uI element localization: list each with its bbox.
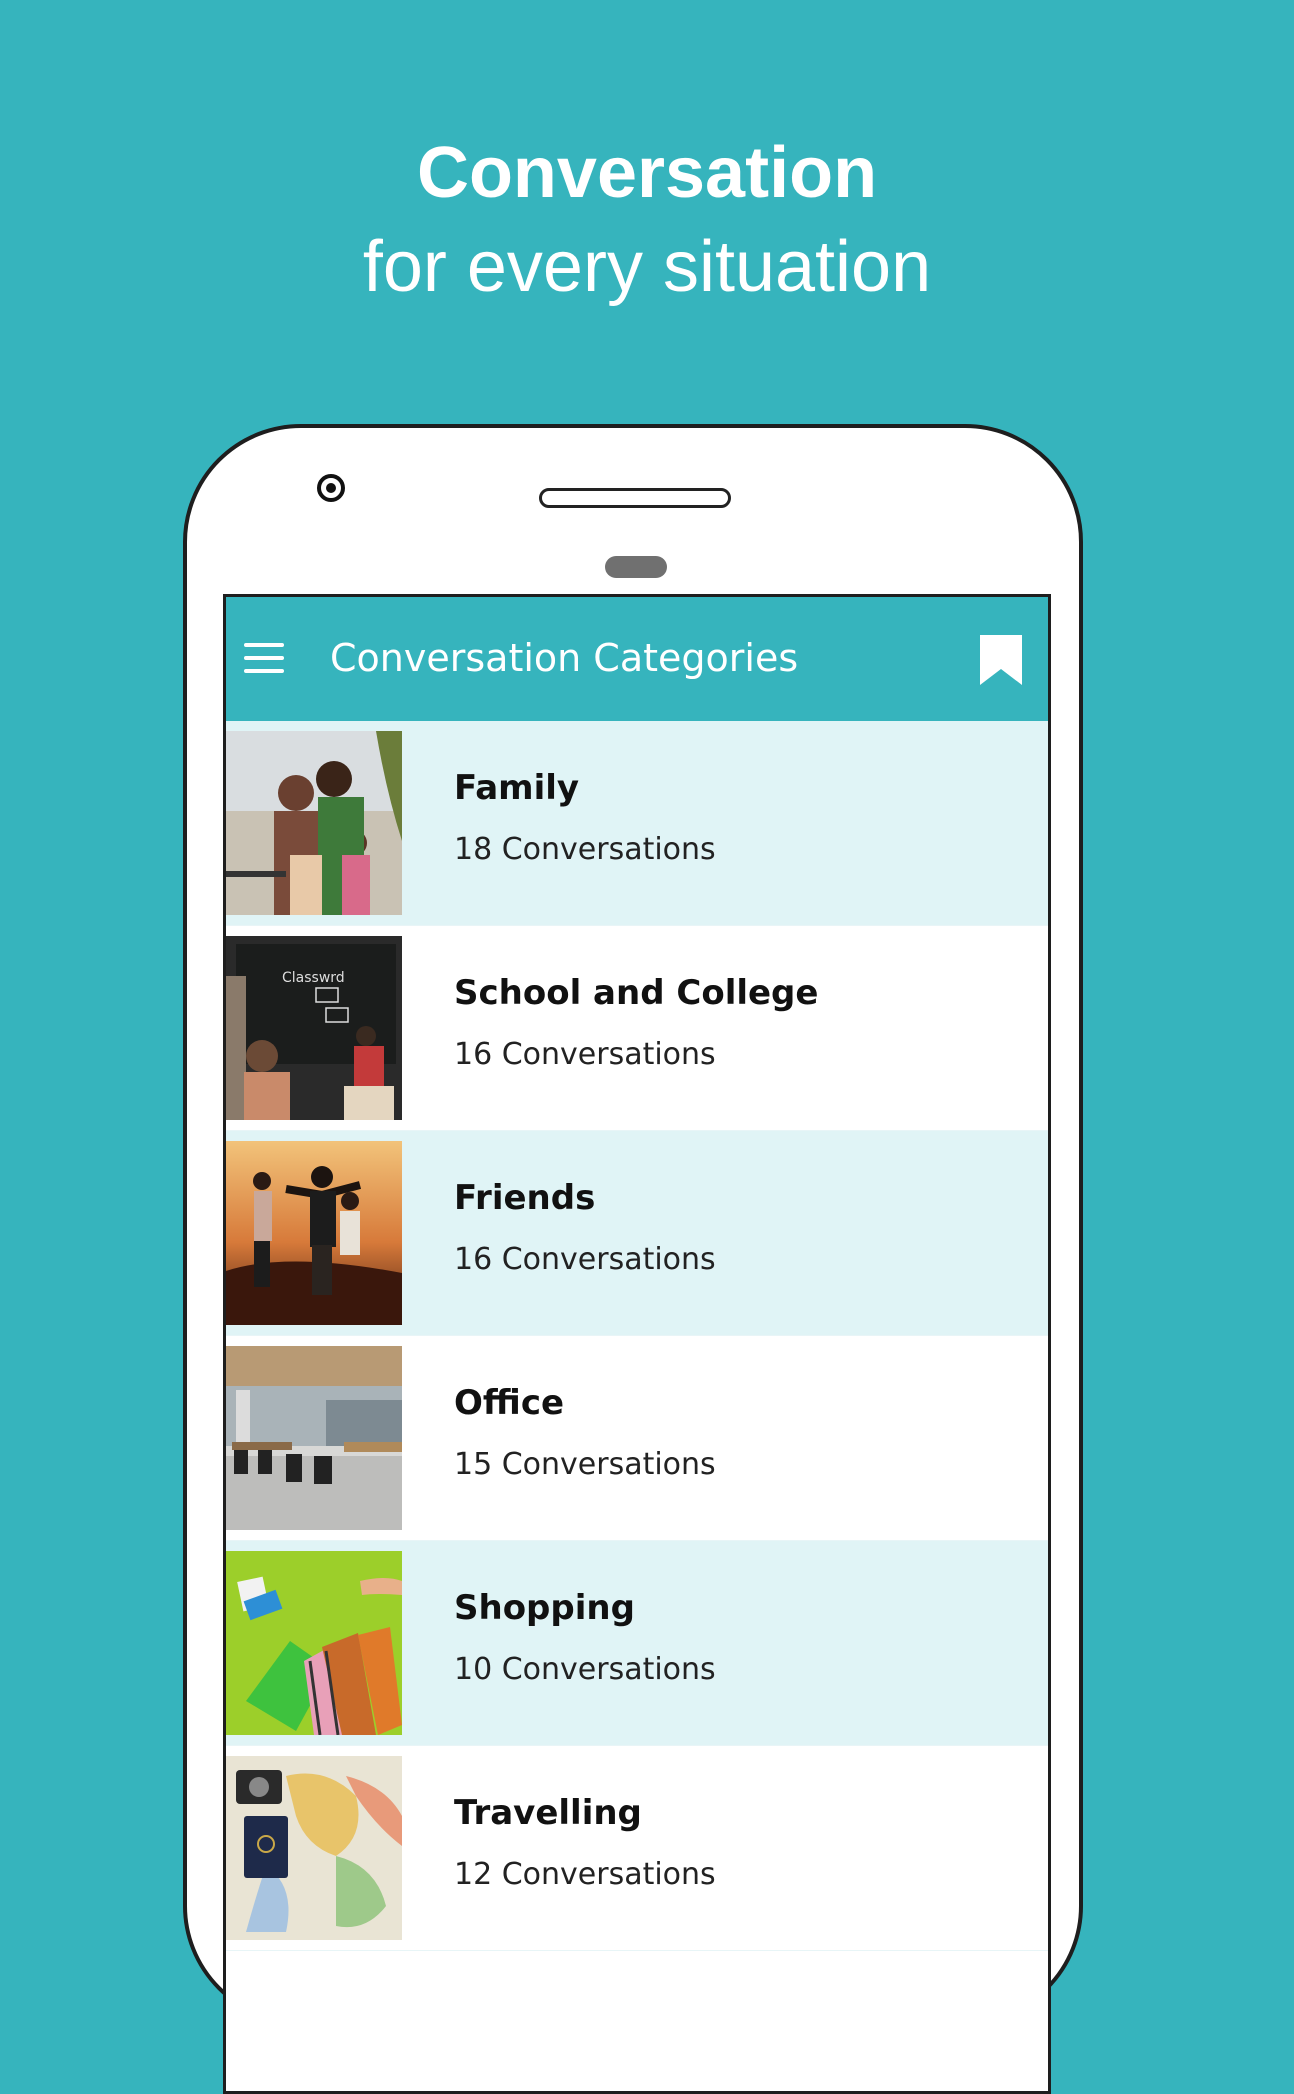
family-photo bbox=[226, 731, 402, 915]
proximity-sensor bbox=[605, 556, 667, 578]
app-bar: Conversation Categories bbox=[226, 597, 1048, 721]
conversation-count: 15 Conversations bbox=[454, 1447, 716, 1482]
travel-map-photo bbox=[226, 1756, 402, 1940]
classroom-photo: Classwrd bbox=[226, 936, 402, 1120]
category-title: Travelling bbox=[454, 1793, 642, 1833]
conversation-count: 16 Conversations bbox=[454, 1242, 716, 1277]
bookmark-icon[interactable] bbox=[978, 633, 1024, 687]
app-bar-title: Conversation Categories bbox=[330, 636, 799, 680]
front-camera-icon bbox=[317, 474, 345, 502]
friends-photo bbox=[226, 1141, 402, 1325]
category-row-school[interactable]: Classwrd School and College 16 Conversat… bbox=[226, 926, 1048, 1131]
svg-text:Classwrd: Classwrd bbox=[282, 970, 345, 986]
category-row-shopping[interactable]: Shopping 10 Conversations bbox=[226, 1541, 1048, 1746]
category-row-family[interactable]: Family 18 Conversations bbox=[226, 721, 1048, 926]
category-row-office[interactable]: Office 15 Conversations bbox=[226, 1336, 1048, 1541]
conversation-count: 16 Conversations bbox=[454, 1037, 716, 1072]
category-row-travelling[interactable]: Travelling 12 Conversations bbox=[226, 1746, 1048, 1951]
category-row-friends[interactable]: Friends 16 Conversations bbox=[226, 1131, 1048, 1336]
conversation-count: 10 Conversations bbox=[454, 1652, 716, 1687]
conversation-count: 12 Conversations bbox=[454, 1857, 716, 1892]
category-title: Friends bbox=[454, 1178, 596, 1218]
office-photo bbox=[226, 1346, 402, 1530]
conversation-count: 18 Conversations bbox=[454, 832, 716, 867]
category-title: School and College bbox=[454, 973, 819, 1013]
promo-subtitle: for every situation bbox=[362, 227, 932, 307]
phone-frame: Conversation Categories Family 18 Conver… bbox=[183, 424, 1083, 2094]
promo-title: Conversation bbox=[416, 133, 878, 213]
category-title: Family bbox=[454, 768, 580, 808]
shopping-photo bbox=[226, 1551, 402, 1735]
category-title: Office bbox=[454, 1383, 565, 1423]
earpiece-speaker bbox=[539, 488, 731, 508]
category-list: Family 18 Conversations Classwrd School … bbox=[226, 721, 1048, 1951]
menu-icon[interactable] bbox=[244, 643, 284, 673]
category-title: Shopping bbox=[454, 1588, 635, 1628]
phone-screen: Conversation Categories Family 18 Conver… bbox=[223, 594, 1051, 2094]
